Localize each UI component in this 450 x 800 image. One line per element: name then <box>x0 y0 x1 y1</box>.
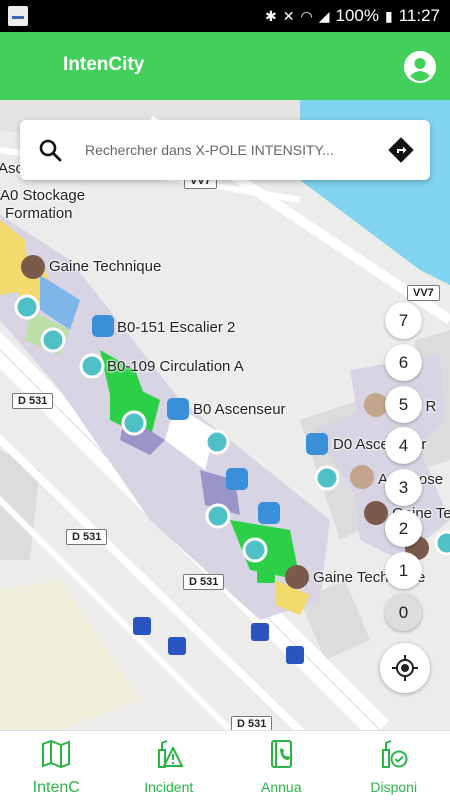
nav-label-incident: Incident <box>144 779 194 795</box>
status-indicators: ✱ ✕ ◠ ◢ 100% ▮ 11:27 <box>265 6 440 26</box>
battery-icon: ▮ <box>385 7 393 24</box>
nav-label-annuaire: Annua <box>261 779 302 795</box>
floor-button-2[interactable]: 2 <box>385 510 422 547</box>
clock: 11:27 <box>398 6 440 25</box>
floor-button-6[interactable]: 6 <box>385 344 422 381</box>
map-label-gaine-technique-1: Gaine Technique <box>49 258 162 275</box>
incident-icon <box>157 740 184 768</box>
availability-icon <box>381 740 408 768</box>
directions-icon[interactable] <box>388 137 414 163</box>
nav-item-intencity[interactable]: IntenC <box>0 731 113 800</box>
map-label-formation: Formation <box>5 205 73 222</box>
account-icon <box>404 51 436 83</box>
app-bar: IntenCity <box>0 32 450 100</box>
nav-item-disponibilite[interactable]: Disponi <box>338 731 450 800</box>
nav-item-annuaire[interactable]: Annua <box>225 731 338 800</box>
floor-button-4[interactable]: 4 <box>385 427 422 464</box>
map-label-escalier: B0-151 Escalier 2 <box>117 319 236 336</box>
search-bar[interactable] <box>20 120 430 180</box>
account-button[interactable] <box>404 51 436 83</box>
nav-label-intencity: IntenC <box>32 779 80 796</box>
directory-icon <box>271 740 293 768</box>
wifi-icon: ◠ <box>300 7 313 24</box>
map-view[interactable]: Ascen A0 Stockage Formation Gaine Techni… <box>0 100 450 730</box>
floor-button-5[interactable]: 5 <box>385 386 422 423</box>
nav-label-disponibilite: Disponi <box>370 779 418 795</box>
road-badge-d531-a: D 531 <box>12 393 54 409</box>
search-icon[interactable] <box>38 138 62 162</box>
floor-button-0[interactable]: 0 <box>385 594 422 631</box>
my-location-button[interactable] <box>380 643 430 693</box>
road-badge-vv7: VV7 <box>407 285 440 301</box>
floor-button-1[interactable]: 1 <box>385 552 422 589</box>
map-label-stockage: A0 Stockage <box>0 187 86 204</box>
crosshair-icon <box>392 655 418 681</box>
search-input[interactable] <box>85 134 370 166</box>
road-badge-d531-b: D 531 <box>66 529 108 545</box>
map-icon <box>42 739 71 769</box>
floor-button-7[interactable]: 7 <box>385 302 422 339</box>
bluetooth-icon: ✱ <box>265 7 277 24</box>
status-bar: ✱ ✕ ◠ ◢ 100% ▮ 11:27 <box>0 0 450 32</box>
road-badge-d531-c: D 531 <box>183 574 225 590</box>
app-title: IntenCity <box>63 54 145 75</box>
floor-button-3[interactable]: 3 <box>385 469 422 506</box>
signal-icon: ◢ <box>318 7 330 24</box>
bottom-navigation: IntenC Incident Annua Disponi <box>0 730 450 800</box>
road-badge-d531-d: D 531 <box>231 716 273 730</box>
notification-app-icon <box>8 6 28 26</box>
map-label-b0-ascenseur: B0 Ascenseur <box>193 401 286 418</box>
nav-item-incident[interactable]: Incident <box>113 731 226 800</box>
battery-text: 100% <box>335 6 379 25</box>
mute-icon: ✕ <box>282 7 295 24</box>
map-label-circulation: B0-109 Circulation A <box>107 358 244 375</box>
